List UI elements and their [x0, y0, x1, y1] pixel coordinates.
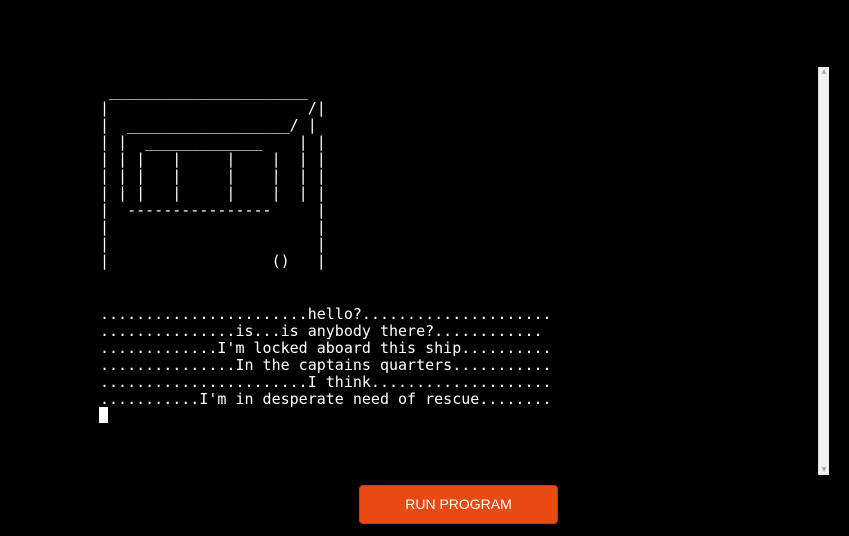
terminal-screen[interactable]: ______________________ | /| | __________…	[0, 0, 818, 475]
terminal-line: ...............is...is anybody there?...…	[100, 322, 543, 340]
terminal-line: ...............In the captains quarters.…	[100, 356, 552, 374]
scroll-up-arrow-icon[interactable]: ▲	[819, 67, 829, 77]
terminal-line: .......................I think..........…	[100, 373, 552, 391]
vertical-scrollbar[interactable]: ▲ ▼	[818, 67, 829, 475]
terminal-line: ...........I'm in desperate need of resc…	[100, 390, 552, 408]
app-window: ______________________ | /| | __________…	[0, 0, 849, 536]
terminal-output: .......................hello?...........…	[100, 306, 552, 408]
ship-ascii-art: ______________________ | /| | __________…	[100, 82, 326, 270]
terminal-line: .......................hello?...........…	[100, 305, 552, 323]
terminal-line: .............I'm locked aboard this ship…	[100, 339, 552, 357]
run-program-button[interactable]: RUN PROGRAM	[359, 485, 558, 524]
text-cursor[interactable]	[99, 407, 108, 423]
scroll-down-arrow-icon[interactable]: ▼	[819, 465, 829, 475]
